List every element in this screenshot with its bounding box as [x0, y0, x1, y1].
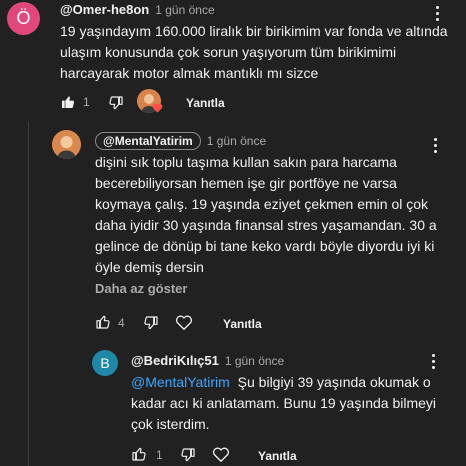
user-avatar-icon: [52, 130, 81, 159]
avatar[interactable]: B: [92, 350, 118, 376]
heart-button[interactable]: [212, 446, 230, 463]
comment-text: @MentalYatirim Şu bilgiyi 39 yaşında oku…: [131, 372, 451, 435]
more-options-icon[interactable]: [433, 138, 437, 153]
comment-text-line: ulaşım konusunda çok sorun yaşıyorum tüm…: [60, 44, 397, 60]
comment-text-fragment: Şu bilgiyi 39 yaşında okumak o: [237, 374, 431, 390]
comment-time[interactable]: 1 gün önce: [207, 134, 266, 148]
comment-time[interactable]: 1 gün önce: [225, 354, 284, 368]
like-icon: [96, 315, 110, 329]
thread-line: [28, 122, 29, 466]
comment-author[interactable]: @Omer-he8on: [60, 2, 149, 17]
like-icon: [62, 96, 75, 108]
comment-text-line: kadar acı ki anlatamam. Bunu 19 yaşında …: [131, 395, 437, 411]
dislike-icon: [181, 448, 195, 462]
comment-text-line: gelince de dönüp bi tane keko vardı böyl…: [95, 238, 435, 254]
comment-text-line: 19 yaşındayım 160.000 liralık bir biriki…: [60, 23, 448, 39]
heart-icon: [212, 447, 230, 462]
comment-text-line: @MentalYatirim Şu bilgiyi 39 yaşında oku…: [131, 372, 451, 393]
comment-time[interactable]: 1 gün önce: [155, 3, 214, 17]
reply-button[interactable]: Yanıtla: [223, 317, 262, 331]
like-button[interactable]: [60, 94, 76, 110]
like-button[interactable]: [95, 314, 111, 330]
comment-text-line: dişini sık toplu taşıma kullan sakın par…: [95, 154, 397, 170]
reply-button[interactable]: Yanıtla: [258, 449, 297, 463]
avatar-letter: Ö: [16, 8, 31, 28]
reply-button[interactable]: Yanıtla: [186, 96, 225, 110]
show-less-button[interactable]: Daha az göster: [95, 281, 187, 296]
avatar[interactable]: Ö: [7, 2, 40, 35]
like-count: 1: [156, 448, 163, 462]
like-count: 1: [83, 95, 90, 109]
more-options-icon[interactable]: [435, 6, 439, 21]
comment-text-line: öyle demiş dersin: [95, 259, 204, 275]
avatar-letter: B: [100, 355, 110, 371]
comment-text-line: koymaya çalış. 19 yaşında eziyet çekmen …: [95, 196, 429, 212]
comment-text: 19 yaşındayım 160.000 liralık bir biriki…: [60, 21, 450, 84]
comment-text: dişini sık toplu taşıma kullan sakın par…: [95, 152, 445, 278]
mention-link[interactable]: @MentalYatirim: [131, 374, 230, 390]
dislike-icon: [109, 96, 123, 110]
comment-text-line: çok isterdim.: [131, 416, 210, 432]
dislike-icon: [144, 316, 158, 330]
avatar[interactable]: [52, 130, 81, 159]
heart-button[interactable]: [175, 314, 193, 331]
dislike-button[interactable]: [143, 315, 159, 331]
dislike-button[interactable]: [108, 95, 124, 111]
comment-author[interactable]: @BedriKılıç51: [131, 353, 219, 368]
comment-text-line: harcayarak motor almak mantıklı mı sizce: [60, 65, 319, 81]
heart-icon: [175, 315, 193, 330]
heart-icon: [152, 103, 163, 113]
dislike-button[interactable]: [180, 447, 196, 463]
like-count: 4: [118, 316, 125, 330]
more-options-icon[interactable]: [431, 354, 435, 369]
like-icon: [132, 447, 146, 461]
like-button[interactable]: [131, 446, 147, 462]
comment-text-line: daha iyidir 30 yaşında finansal stres ya…: [95, 217, 437, 233]
comment-text-line: becerebiliyorsan hemen işe gir portföye …: [95, 175, 397, 191]
comment-author[interactable]: @MentalYatirim: [95, 132, 201, 150]
